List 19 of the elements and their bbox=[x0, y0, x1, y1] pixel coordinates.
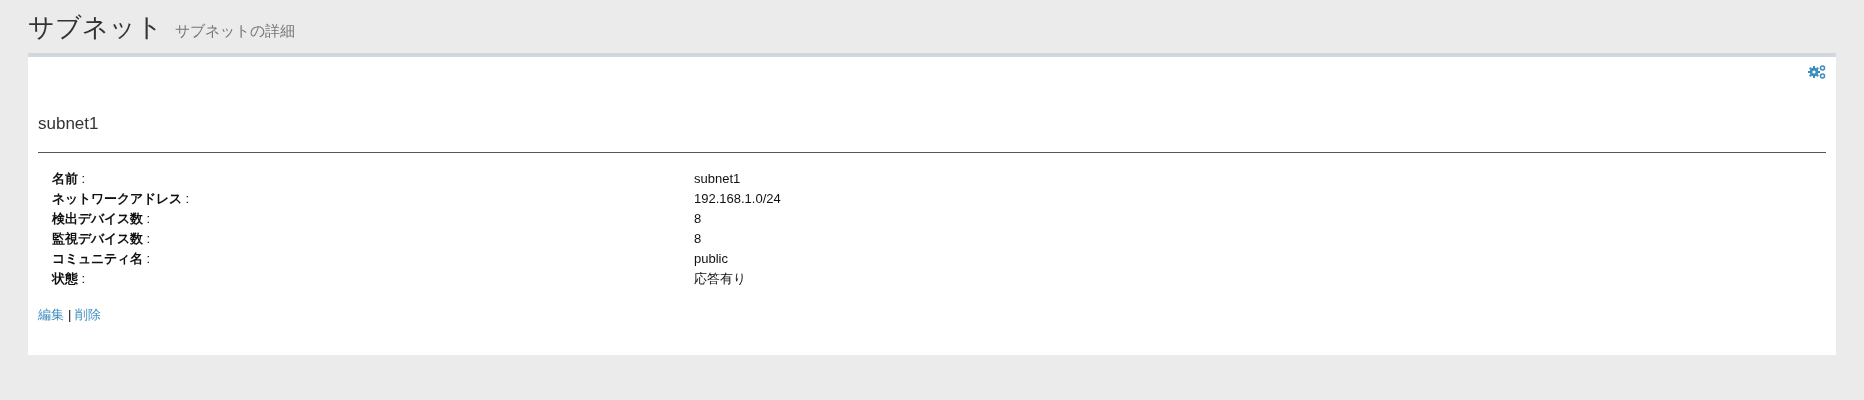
page-subtitle: サブネットの詳細 bbox=[175, 21, 295, 41]
field-value: public bbox=[694, 251, 728, 266]
separator: | bbox=[68, 306, 72, 324]
action-link[interactable]: 削除 bbox=[75, 305, 102, 325]
field-label: ネットワークアドレス : bbox=[52, 191, 190, 206]
field-value: 8 bbox=[694, 231, 702, 246]
field-label: 状態 : bbox=[52, 271, 86, 286]
page-title: サブネット bbox=[28, 11, 163, 44]
field-value: 8 bbox=[694, 211, 702, 226]
field-label: コミュニティ名 : bbox=[52, 251, 151, 266]
field-value: 192.168.1.0/24 bbox=[694, 191, 781, 206]
settings-icon[interactable] bbox=[1808, 65, 1826, 79]
field-value: 応答有り bbox=[694, 271, 746, 286]
field-label: 監視デバイス数 : bbox=[52, 231, 151, 246]
subnet-heading: subnet1 bbox=[38, 113, 100, 135]
field-value: subnet1 bbox=[694, 171, 741, 186]
action-link[interactable]: 編集 bbox=[38, 305, 64, 325]
field-label: 検出デバイス数 : bbox=[52, 211, 151, 226]
field-label: 名前 : bbox=[52, 171, 86, 186]
